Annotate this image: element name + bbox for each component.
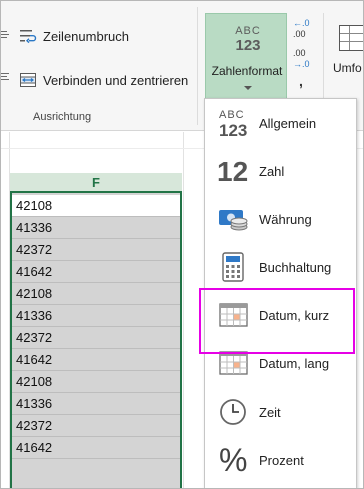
menu-item-label: Währung [259,211,312,227]
alignment-group-label: Ausrichtung [33,111,92,123]
menu-item-label: Datum, lang [259,355,330,371]
align-indent-icon[interactable] [1,73,9,83]
column-header-f[interactable]: F [10,173,182,193]
menu-item-time[interactable]: Zeit [205,388,356,436]
menu-item-general[interactable]: ABC 123 Allgemein [205,99,356,147]
cell[interactable]: 41336 [12,393,180,415]
cell-active[interactable]: 42108 [12,195,180,217]
group-separator [197,7,198,125]
currency-icon [217,202,251,236]
cell[interactable]: 41642 [12,437,180,459]
number-format-label: Zahlenformat [211,64,283,78]
cell[interactable]: 41642 [12,349,180,371]
format-as-table-icon[interactable] [339,25,363,51]
date-options-highlight [199,288,355,354]
menu-item-percent[interactable]: % Prozent [205,436,356,484]
cell[interactable]: 42108 [12,371,180,393]
excel-window-crop: { "ribbon": { "wrap_text_label": "Zeilen… [0,0,364,489]
number-format-icon: ABC 123 [235,25,261,54]
cell[interactable]: 42372 [12,327,180,349]
wrap-text-icon [20,30,37,44]
percent-icon: % [219,442,248,478]
menu-item-label: Buchhaltung [259,259,332,275]
merge-center-button[interactable]: Verbinden und zentrieren [19,71,188,89]
menu-item-label: Zeit [259,404,281,420]
cell[interactable]: 42372 [12,239,180,261]
number-format-icon: 12 [217,156,249,187]
decrease-decimal-button[interactable]: .00 →.0 [293,49,315,69]
menu-item-accounting[interactable]: Buchhaltung [205,243,356,291]
decimal-buttons: ←.0 .00 .00 →.0 [293,19,315,69]
cell[interactable]: 42108 [12,283,180,305]
menu-item-label: Allgemein [259,115,317,131]
menu-item-number[interactable]: 12 Zahl [205,147,356,195]
wrap-text-label: Zeilenumbruch [43,28,129,44]
cell[interactable]: 42372 [12,415,180,437]
number-format-button[interactable]: ABC 123 Zahlenformat [205,13,287,103]
cell[interactable]: 41336 [12,217,180,239]
clock-icon [217,395,251,429]
group-separator [323,13,324,101]
general-format-icon: ABC 123 [219,109,248,140]
format-as-table-label[interactable]: Umfo [333,61,362,75]
cell[interactable]: 41642 [12,261,180,283]
comma-style-button[interactable]: , [299,73,303,89]
merge-center-label: Verbinden und zentrieren [43,72,189,88]
menu-item-label: Prozent [259,452,304,468]
menu-item-currency[interactable]: Währung [205,195,356,243]
accounting-calculator-icon [217,250,251,284]
wrap-text-button[interactable]: Zeilenumbruch [19,27,129,45]
chevron-down-icon [244,86,252,90]
gridline [183,132,184,488]
align-left-icon[interactable] [1,31,9,41]
increase-decimal-button[interactable]: ←.0 .00 [293,19,315,49]
merge-center-icon [20,73,36,87]
menu-item-label: Zahl [259,163,285,179]
cell[interactable]: 41336 [12,305,180,327]
